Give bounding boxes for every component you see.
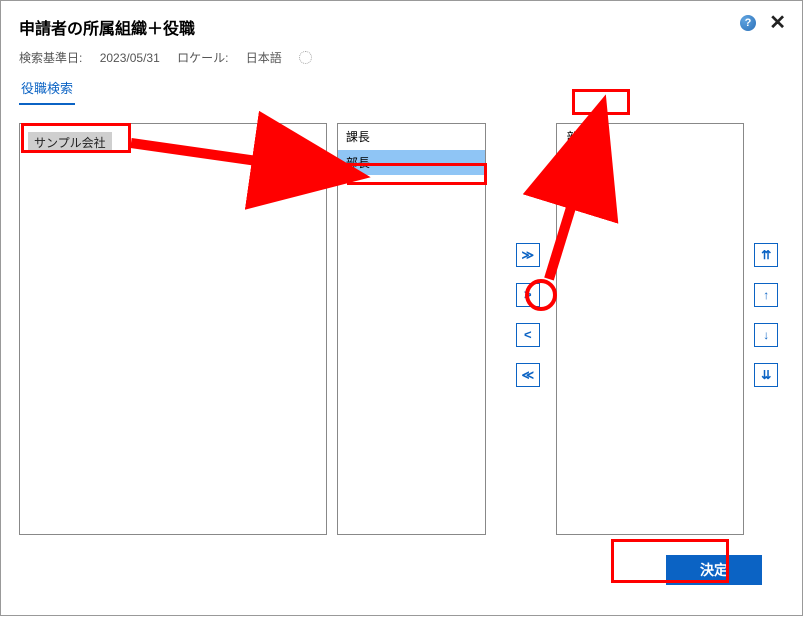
list-item-bucho[interactable]: 部長 bbox=[338, 150, 485, 176]
dialog-title: 申請者の所属組織＋役職 bbox=[19, 15, 195, 39]
confirm-button[interactable]: 決定 bbox=[666, 555, 762, 585]
remove-button[interactable]: < bbox=[516, 323, 540, 347]
org-tree-panel[interactable]: サンプル会社 bbox=[19, 123, 327, 535]
help-icon[interactable]: ? bbox=[740, 15, 756, 31]
transfer-buttons: ≫ > < ≪ bbox=[516, 123, 546, 535]
close-icon[interactable]: ✕ bbox=[769, 13, 786, 33]
locale-label: ロケール: bbox=[177, 51, 228, 65]
date-value: 2023/05/31 bbox=[100, 51, 160, 65]
move-bottom-button[interactable]: ⇊ bbox=[754, 363, 778, 387]
tab-role-search[interactable]: 役職検索 bbox=[19, 72, 75, 105]
gear-icon[interactable] bbox=[299, 51, 312, 64]
add-all-button[interactable]: ≫ bbox=[516, 243, 540, 267]
move-up-button[interactable]: ↑ bbox=[754, 283, 778, 307]
move-top-button[interactable]: ⇈ bbox=[754, 243, 778, 267]
locale-value: 日本語 bbox=[246, 51, 282, 65]
date-label: 検索基準日: bbox=[19, 51, 82, 65]
selected-panel[interactable]: 部長 bbox=[556, 123, 745, 535]
list-item-kacho[interactable]: 課長 bbox=[338, 124, 485, 150]
criteria-row: 検索基準日: 2023/05/31 ロケール: 日本語 bbox=[1, 45, 802, 72]
order-buttons: ⇈ ↑ ↓ ⇊ bbox=[754, 123, 784, 535]
remove-all-button[interactable]: ≪ bbox=[516, 363, 540, 387]
panels: サンプル会社 課長 部長 ≫ > < ≪ 部長 ⇈ ↑ ↓ ⇊ bbox=[19, 123, 784, 535]
role-list-panel[interactable]: 課長 部長 bbox=[337, 123, 486, 535]
tree-item-sample-company[interactable]: サンプル会社 bbox=[28, 132, 112, 153]
add-button[interactable]: > bbox=[516, 283, 540, 307]
move-down-button[interactable]: ↓ bbox=[754, 323, 778, 347]
selected-item-bucho[interactable]: 部長 bbox=[563, 126, 738, 147]
